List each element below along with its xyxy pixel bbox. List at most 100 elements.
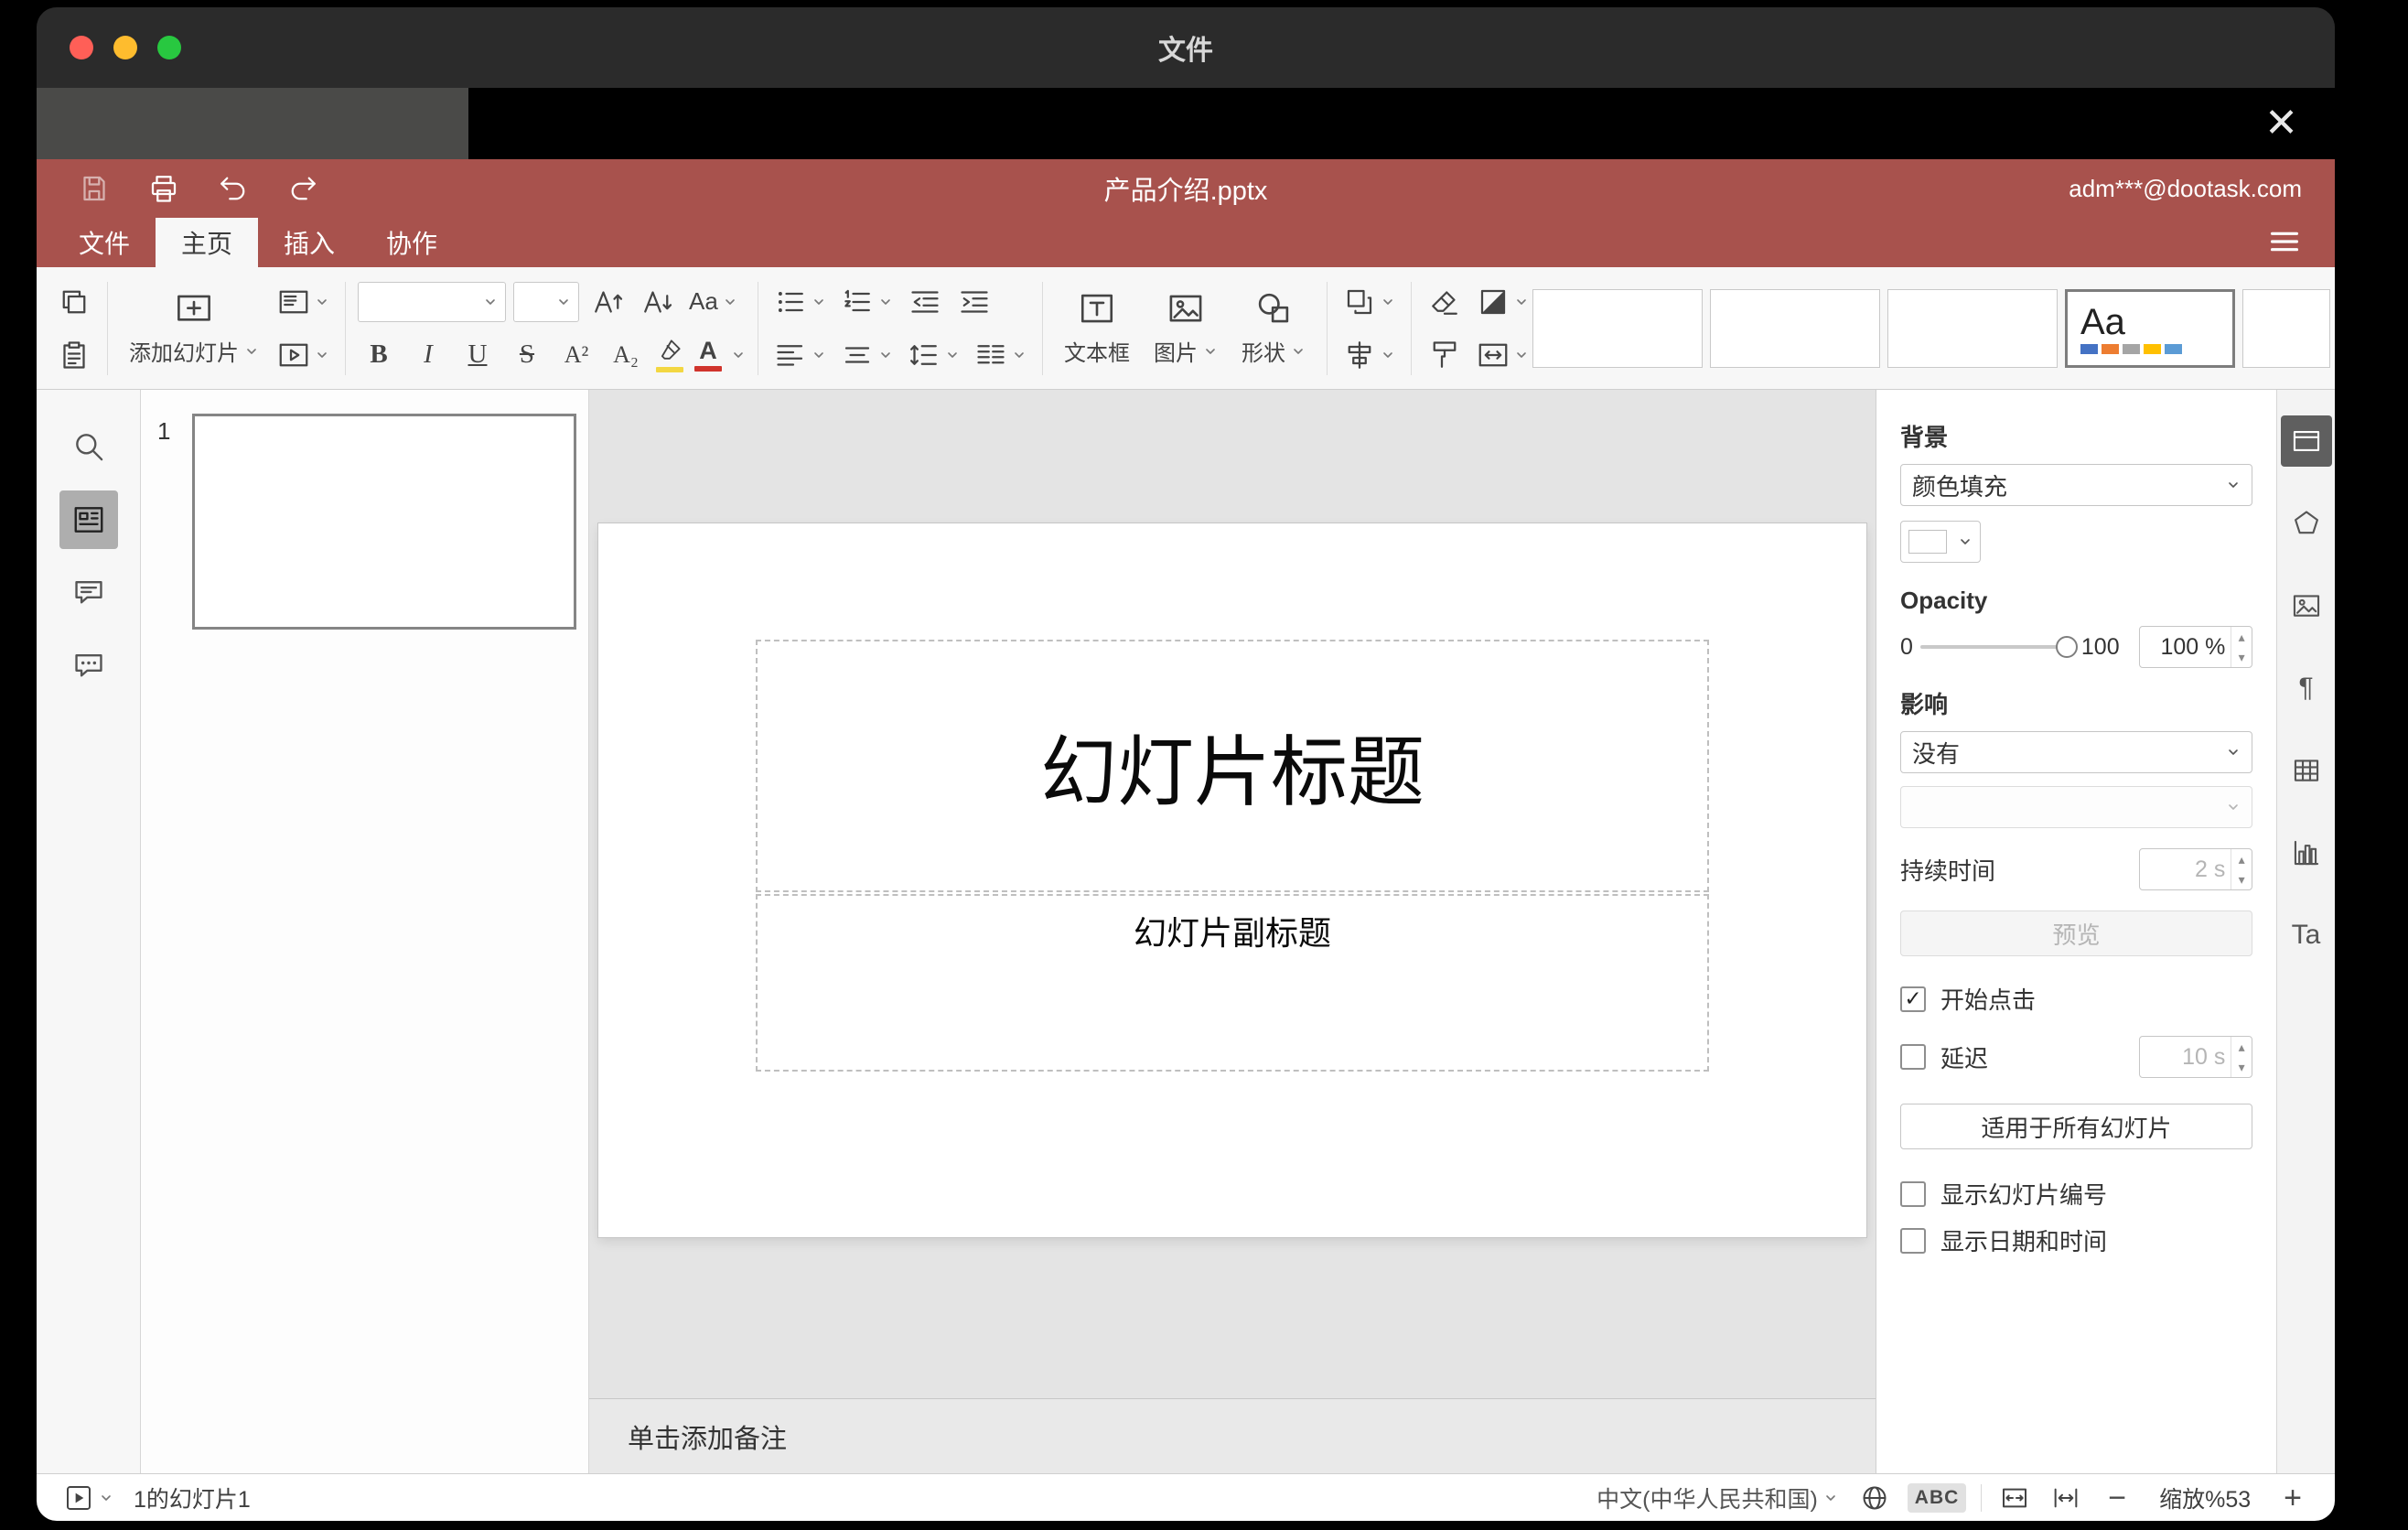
- spinner-arrows[interactable]: ▴ ▾: [2231, 1037, 2252, 1077]
- undo-button[interactable]: [212, 167, 254, 210]
- image-settings-tab[interactable]: [2281, 580, 2332, 631]
- theme-option-5[interactable]: [2242, 288, 2330, 368]
- print-button[interactable]: [143, 167, 185, 210]
- effect-select[interactable]: 没有: [1900, 731, 2252, 773]
- subscript-button[interactable]: A₂: [605, 334, 647, 376]
- insert-image-button[interactable]: 图片: [1145, 281, 1227, 376]
- clear-style-button[interactable]: [1424, 281, 1466, 323]
- start-slideshow-button[interactable]: [274, 334, 333, 376]
- decrease-indent-button[interactable]: [904, 281, 946, 323]
- numbering-button[interactable]: [837, 281, 897, 323]
- slide-title-placeholder[interactable]: 幻灯片标题: [756, 640, 1709, 892]
- slide-layout-button[interactable]: [274, 281, 333, 323]
- spin-up-icon[interactable]: ▴: [2231, 1037, 2252, 1057]
- insert-shape-button[interactable]: 形状: [1232, 281, 1315, 376]
- close-icon[interactable]: ✕: [2259, 103, 2304, 144]
- add-slide-button[interactable]: 添加幻灯片: [120, 281, 268, 376]
- search-button[interactable]: [59, 417, 118, 476]
- align-shape-button[interactable]: [1339, 334, 1399, 376]
- language-selector[interactable]: 中文(中华人民共和国): [1593, 1480, 1842, 1516]
- tab-insert[interactable]: 插入: [258, 218, 360, 267]
- bullets-button[interactable]: [770, 281, 830, 323]
- tab-home[interactable]: 主页: [156, 218, 259, 267]
- redo-button[interactable]: [282, 167, 324, 210]
- spin-up-icon[interactable]: ▴: [2231, 627, 2252, 647]
- paste-button[interactable]: [53, 334, 95, 376]
- opacity-input[interactable]: [2140, 627, 2231, 667]
- tab-collaboration[interactable]: 协作: [360, 218, 463, 267]
- font-color-button[interactable]: A: [693, 334, 724, 376]
- font-name-combo[interactable]: [358, 281, 506, 322]
- close-traffic-light[interactable]: [70, 36, 93, 59]
- insert-textbox-button[interactable]: 文本框: [1055, 281, 1139, 376]
- zoom-in-button[interactable]: +: [2274, 1482, 2311, 1514]
- chart-settings-tab[interactable]: [2281, 827, 2332, 878]
- spinner-arrows[interactable]: ▴ ▾: [2231, 627, 2252, 667]
- slide-thumbnail[interactable]: [192, 414, 576, 630]
- vertical-align-button[interactable]: [837, 334, 897, 376]
- notes-area[interactable]: 单击添加备注: [589, 1398, 1876, 1473]
- slide-subtitle-placeholder[interactable]: 幻灯片副标题: [756, 894, 1709, 1072]
- slide-settings-tab[interactable]: [2280, 415, 2332, 467]
- theme-option-3[interactable]: [1887, 288, 2058, 368]
- spin-down-icon[interactable]: ▾: [2231, 647, 2252, 667]
- spinner-arrows[interactable]: ▴ ▾: [2231, 849, 2252, 889]
- horizontal-align-button[interactable]: [770, 334, 830, 376]
- show-date-time-checkbox[interactable]: [1900, 1227, 1926, 1254]
- minimize-traffic-light[interactable]: [113, 36, 137, 59]
- fit-to-slide-button[interactable]: [1996, 1482, 2033, 1514]
- theme-option-1[interactable]: [1532, 288, 1703, 368]
- columns-button[interactable]: [971, 334, 1030, 376]
- slide[interactable]: 幻灯片标题 幻灯片副标题: [598, 523, 1866, 1237]
- shape-fill-button[interactable]: [1473, 281, 1532, 323]
- italic-button[interactable]: I: [407, 334, 449, 376]
- spin-up-icon[interactable]: ▴: [2231, 849, 2252, 869]
- effect-type-select[interactable]: [1900, 786, 2252, 828]
- increase-indent-button[interactable]: [953, 281, 995, 323]
- change-case-button[interactable]: Aa: [685, 281, 741, 323]
- slides-panel-button[interactable]: [59, 490, 118, 549]
- theme-option-selected[interactable]: Aa: [2065, 288, 2235, 368]
- background-fill-select[interactable]: 颜色填充: [1900, 464, 2252, 506]
- fullscreen-traffic-light[interactable]: [157, 36, 181, 59]
- increase-font-button[interactable]: [586, 281, 629, 323]
- start-on-click-checkbox[interactable]: ✓: [1900, 986, 1926, 1012]
- strikeout-button[interactable]: S: [506, 334, 548, 376]
- copy-style-button[interactable]: [1424, 334, 1466, 376]
- underline-button[interactable]: U: [457, 334, 499, 376]
- delay-input[interactable]: [2140, 1037, 2231, 1077]
- hamburger-menu-button[interactable]: [2263, 221, 2306, 265]
- opacity-spinner[interactable]: ▴▾: [2139, 626, 2252, 668]
- slide-canvas[interactable]: 幻灯片标题 幻灯片副标题: [589, 390, 1876, 1398]
- font-size-combo[interactable]: [513, 281, 579, 322]
- delay-spinner[interactable]: ▴▾: [2139, 1036, 2252, 1078]
- duration-input[interactable]: [2140, 849, 2231, 889]
- superscript-button[interactable]: A²: [555, 334, 597, 376]
- background-color-picker[interactable]: [1900, 521, 1981, 563]
- spell-check-button[interactable]: ABC: [1907, 1482, 1967, 1513]
- opacity-slider[interactable]: [1919, 636, 2078, 658]
- arrange-shape-button[interactable]: [1339, 281, 1399, 323]
- chevron-down-icon[interactable]: [731, 348, 746, 362]
- set-language-button[interactable]: [1856, 1482, 1893, 1514]
- shape-settings-tab[interactable]: [2281, 498, 2332, 549]
- zoom-out-button[interactable]: −: [2099, 1482, 2135, 1514]
- tab-file[interactable]: 文件: [53, 218, 156, 267]
- spin-down-icon[interactable]: ▾: [2231, 869, 2252, 889]
- delay-checkbox[interactable]: [1900, 1044, 1926, 1070]
- save-button[interactable]: [73, 167, 115, 210]
- preview-button[interactable]: 预览: [1900, 910, 2252, 956]
- slide-size-button[interactable]: [1473, 334, 1532, 376]
- highlight-color-button[interactable]: [654, 334, 685, 376]
- spin-down-icon[interactable]: ▾: [2231, 1057, 2252, 1077]
- show-slide-number-checkbox[interactable]: [1900, 1180, 1926, 1207]
- comments-button[interactable]: [59, 564, 118, 622]
- decrease-font-button[interactable]: [636, 281, 678, 323]
- start-slideshow-status-button[interactable]: [60, 1482, 117, 1514]
- opacity-slider-knob[interactable]: [2055, 636, 2078, 658]
- table-settings-tab[interactable]: [2281, 745, 2332, 796]
- duration-spinner[interactable]: ▴▾: [2139, 848, 2252, 890]
- copy-button[interactable]: [53, 281, 95, 323]
- apply-to-all-slides-button[interactable]: 适用于所有幻灯片: [1900, 1104, 2252, 1149]
- bold-button[interactable]: B: [358, 334, 400, 376]
